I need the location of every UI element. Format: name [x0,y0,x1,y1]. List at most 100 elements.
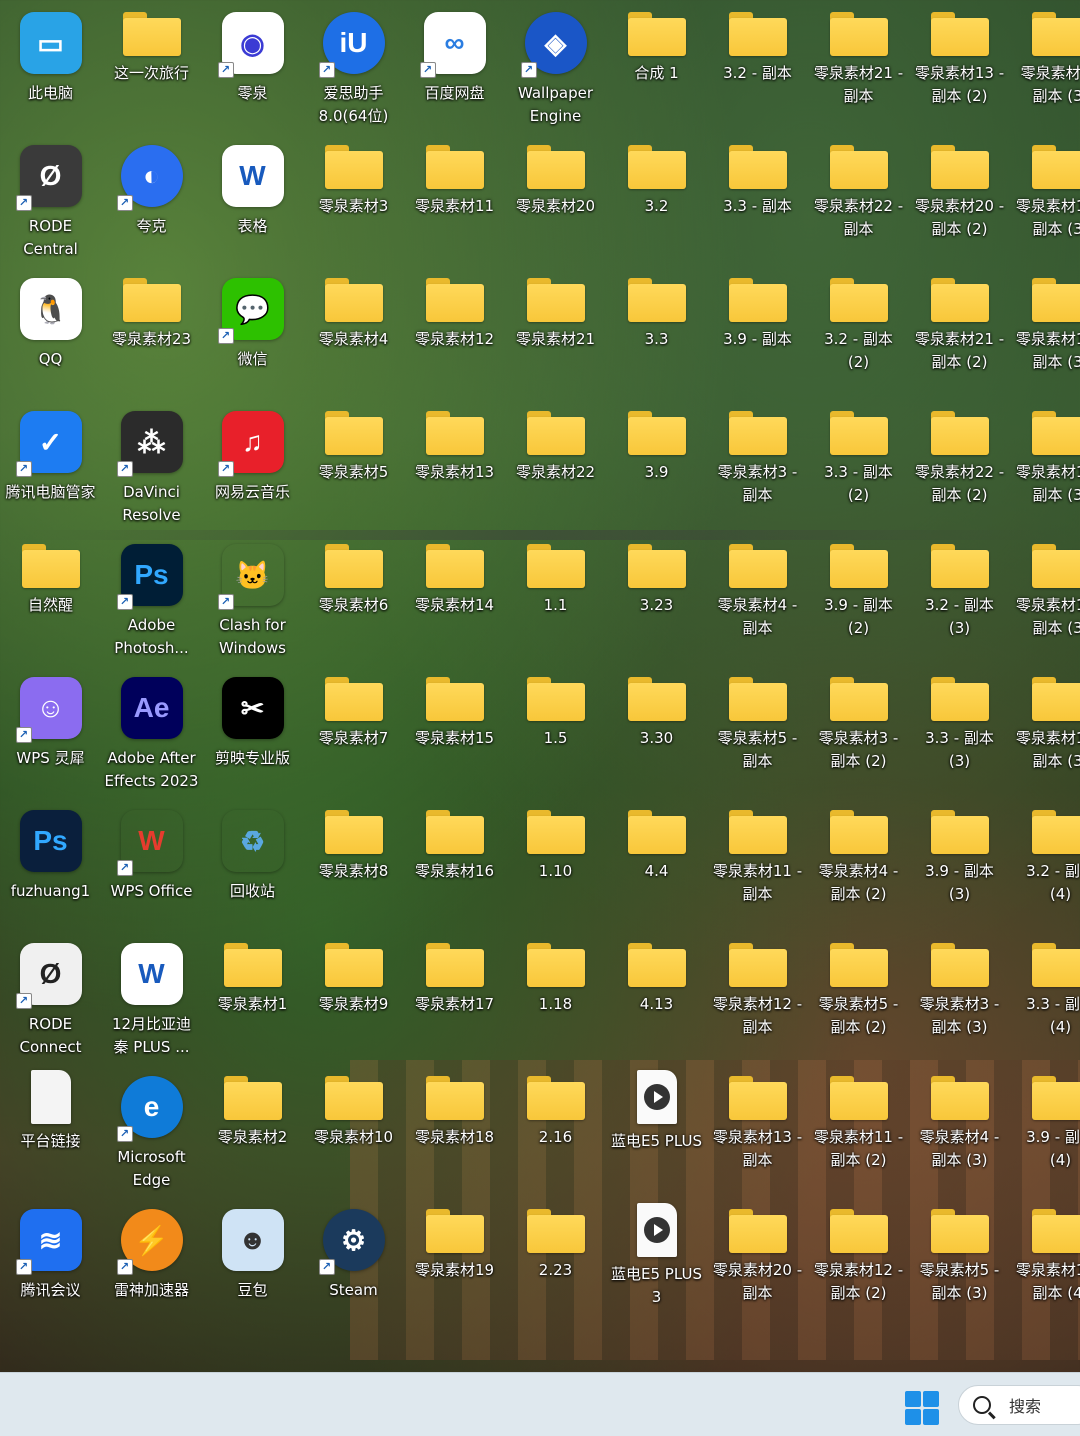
desktop-icon[interactable]: 零泉素材22 [505,399,606,532]
desktop-icon[interactable]: Ø↗RODE Central [0,133,101,266]
desktop-icon[interactable]: 3.9 - 副本 (3) [909,798,1010,931]
desktop-icon[interactable]: 零泉素材20 - 副本 [707,1197,808,1330]
desktop-icon[interactable]: Ø↗RODE Connect [0,931,101,1064]
desktop-icon[interactable]: 3.3 - 副本 (2) [808,399,909,532]
desktop-icon[interactable]: 3.9 - 副本 [707,266,808,399]
desktop-icon[interactable]: ▭此电脑 [0,0,101,133]
desktop-icon[interactable]: ☺↗WPS 灵犀 [0,665,101,798]
desktop-icon[interactable]: 1.1 [505,532,606,665]
desktop-icon[interactable]: 4.13 [606,931,707,1064]
desktop-icon[interactable]: ♫↗网易云音乐 [202,399,303,532]
desktop-icon[interactable]: 零泉素材19 [404,1197,505,1330]
desktop-icon[interactable]: 零泉素材8 [303,798,404,931]
desktop-icon[interactable]: 零泉素材5 - 副本 [707,665,808,798]
desktop-icon[interactable]: 3.30 [606,665,707,798]
desktop-icon[interactable]: 零泉素材1 [202,931,303,1064]
desktop-icon[interactable]: 🐧QQ [0,266,101,399]
desktop-icon[interactable]: 零泉素材15 - 副本 (3) [1010,266,1080,399]
desktop-icon[interactable]: ◈↗Wallpaper Engine [505,0,606,133]
desktop-icon[interactable]: 零泉素材23 [101,266,202,399]
desktop-icon[interactable]: 零泉素材14 [404,532,505,665]
desktop-icon[interactable]: 零泉素材10 [303,1064,404,1197]
desktop-icon[interactable]: 3.9 - 副本 (4) [1010,1064,1080,1197]
desktop-icon[interactable]: 零泉素材12 [404,266,505,399]
desktop-icon[interactable]: ✓↗腾讯电脑管家 [0,399,101,532]
desktop-icon[interactable]: 4.4 [606,798,707,931]
desktop-icon[interactable]: 3.2 - 副本 (4) [1010,798,1080,931]
desktop-icon[interactable]: 3.3 [606,266,707,399]
start-button[interactable] [905,1391,939,1425]
desktop-icon[interactable]: 3.3 - 副本 (4) [1010,931,1080,1064]
desktop-icon[interactable]: 零泉素材22 - 副本 (2) [909,399,1010,532]
desktop-icon[interactable]: ☻豆包 [202,1197,303,1330]
desktop-icon[interactable]: 💬↗微信 [202,266,303,399]
desktop-icon[interactable]: 平台链接 [0,1064,101,1197]
desktop-icon[interactable]: 零泉素材11 - 副本 (2) [808,1064,909,1197]
desktop-icon[interactable]: 零泉素材20 [505,133,606,266]
desktop-icon[interactable]: AeAdobe After Effects 2023 [101,665,202,798]
desktop-icon[interactable]: W12月比亚迪 秦 PLUS ... [101,931,202,1064]
desktop-icon[interactable]: W表格 [202,133,303,266]
desktop-icon[interactable]: 3.3 - 副本 [707,133,808,266]
desktop-icon[interactable]: 3.2 [606,133,707,266]
desktop-icon[interactable]: 零泉素材13 - 副本 [707,1064,808,1197]
desktop-icon[interactable]: 零泉素材18 - 副本 (3) [1010,665,1080,798]
desktop-icon[interactable]: 自然醒 [0,532,101,665]
desktop-icon[interactable]: 3.2 - 副本 (2) [808,266,909,399]
desktop-icon[interactable]: 3.9 - 副本 (2) [808,532,909,665]
desktop-icon[interactable]: 蓝电E5 PLUS 3 [606,1197,707,1330]
desktop-icon[interactable]: W↗WPS Office [101,798,202,931]
desktop-icon[interactable]: 零泉素材6 [303,532,404,665]
desktop-icon[interactable]: 零泉素材17 [404,931,505,1064]
desktop-icon[interactable]: ≋↗腾讯会议 [0,1197,101,1330]
desktop-icon[interactable]: 零泉素材21 - 副本 [808,0,909,133]
desktop-icon[interactable]: 零泉素材20 - 副本 (2) [909,133,1010,266]
desktop-icon[interactable]: ♻回收站 [202,798,303,931]
desktop-icon[interactable]: 零泉素材22 - 副本 [808,133,909,266]
desktop-icon[interactable]: ✂剪映专业版 [202,665,303,798]
desktop-icon[interactable]: Psfuzhuang1 [0,798,101,931]
desktop-icon[interactable]: 零泉素材12 - 副本 (2) [808,1197,909,1330]
desktop-icon[interactable]: 1.10 [505,798,606,931]
desktop-icon[interactable]: 零泉素材16 [404,798,505,931]
desktop-icon[interactable]: iU↗爱思助手 8.0(64位) [303,0,404,133]
desktop-icon[interactable]: 零泉素材4 [303,266,404,399]
desktop-icon[interactable]: 3.2 - 副本 [707,0,808,133]
desktop-icon[interactable]: 零泉素材3 - 副本 (2) [808,665,909,798]
desktop-icon[interactable]: 2.16 [505,1064,606,1197]
desktop-icon[interactable]: 零泉素材15 [404,665,505,798]
desktop-icon[interactable]: ⁂↗DaVinci Resolve [101,399,202,532]
desktop-icon[interactable]: 零泉素材14 - 副本 (3) [1010,133,1080,266]
desktop-icon[interactable]: ⚡↗雷神加速器 [101,1197,202,1330]
desktop-icon[interactable]: 零泉素材2 [202,1064,303,1197]
desktop-icon[interactable]: 3.9 [606,399,707,532]
desktop-icon[interactable]: ⚙↗Steam [303,1197,404,1330]
desktop-icon[interactable]: 3.2 - 副本 (3) [909,532,1010,665]
desktop-icon[interactable]: 2.23 [505,1197,606,1330]
desktop-icon[interactable]: ◐↗夸克 [101,133,202,266]
desktop-icon[interactable]: 零泉素材3 - 副本 [707,399,808,532]
desktop-icon[interactable]: e↗Microsoft Edge [101,1064,202,1197]
desktop-icon[interactable]: 合成 1 [606,0,707,133]
desktop-icon[interactable]: 零泉素材17 - 副本 (3) [1010,532,1080,665]
desktop-icon[interactable]: 零泉素材12 - 副本 [707,931,808,1064]
desktop-icon[interactable]: 零泉素材5 - 副本 (3) [909,1197,1010,1330]
desktop-icon[interactable]: 零泉素材16 - 副本 (3) [1010,399,1080,532]
desktop-icon[interactable]: 零泉素材4 - 副本 (3) [909,1064,1010,1197]
desktop-icon[interactable]: 🐱↗Clash for Windows [202,532,303,665]
desktop-icon[interactable]: 零泉素材11 [404,133,505,266]
desktop-icon[interactable]: 零泉素材7 [303,665,404,798]
desktop-icon[interactable]: 零泉素材11 - 副本 [707,798,808,931]
desktop-icon[interactable]: 1.5 [505,665,606,798]
desktop-icon[interactable]: 零泉素材11 - 副本 (4) [1010,1197,1080,1330]
desktop-icon[interactable]: 零泉素材18 [404,1064,505,1197]
desktop-icon[interactable]: 3.3 - 副本 (3) [909,665,1010,798]
desktop-icon[interactable]: ◉↗零泉 [202,0,303,133]
desktop-icon[interactable]: 蓝电E5 PLUS [606,1064,707,1197]
desktop-icon[interactable]: 3.23 [606,532,707,665]
desktop-icon[interactable]: 零泉素材13 - 副本 (2) [909,0,1010,133]
desktop-icon[interactable]: 零泉素材3 - 副本 (3) [909,931,1010,1064]
desktop-icon[interactable]: 零泉素材7 - 副本 (3) [1010,0,1080,133]
desktop-icon[interactable]: 零泉素材13 [404,399,505,532]
desktop-icon[interactable]: 零泉素材9 [303,931,404,1064]
